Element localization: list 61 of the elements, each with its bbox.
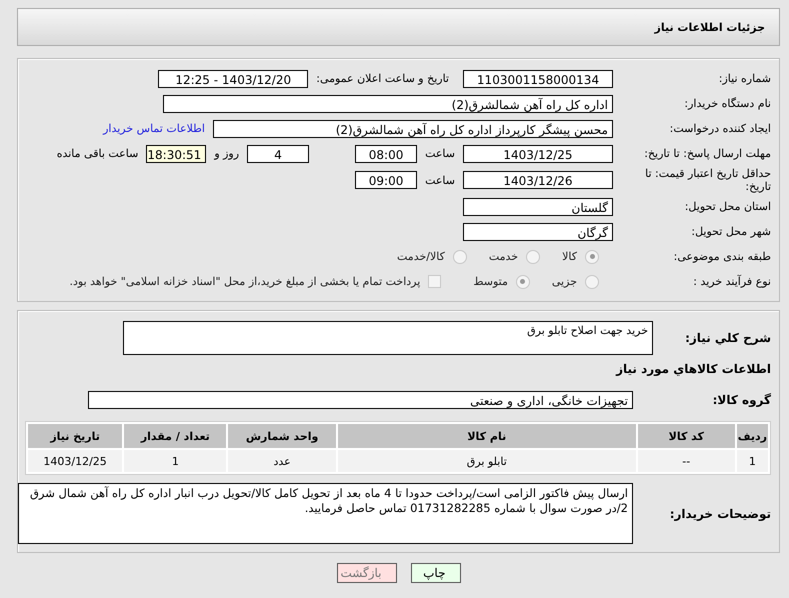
radio-button[interactable] [585, 274, 599, 288]
page-title: جزئیات اطلاعات نیاز [654, 20, 765, 34]
field-label: ایجاد کننده درخواست: [668, 122, 771, 135]
field-label: شماره نیاز: [718, 72, 771, 85]
requester-field: محسن پیشگر کارپرداز اداره کل راه آهن شمالشرق(2) [213, 120, 613, 138]
back-button[interactable]: بازگشت [336, 563, 396, 583]
announce-date-field: 1403/12/20 - 12:25 [158, 70, 308, 88]
buyer-org-field: اداره کل راه آهن شمالشرق(2) [163, 94, 613, 112]
field-label: مهلت ارسال پاسخ: تا تاریخ: [643, 147, 771, 160]
column-header: تعداد / مقدار [124, 424, 226, 448]
field-label: گروه کالا: [712, 392, 771, 406]
table-cell: -- [638, 450, 735, 472]
table-cell: 1 [124, 450, 226, 472]
days-label: روز و [214, 147, 240, 160]
section-title: اطلاعات کالاهاي مورد نياز [616, 360, 771, 378]
remaining-time-field: 18:30:51 [146, 144, 206, 162]
deadline-time-field: 08:00 [355, 144, 418, 162]
table-cell: عدد [228, 450, 336, 472]
time-label: ساعت [425, 174, 455, 186]
column-header: تاریخ نیاز [28, 424, 122, 448]
field-label: توضیحات خریدار: [668, 506, 771, 520]
deadline-date-field: 1403/12/25 [463, 144, 613, 162]
radio-button[interactable] [526, 250, 540, 264]
radio-label: کالا [562, 250, 577, 263]
days-field: 4 [247, 144, 310, 162]
checkbox-label: پرداخت تمام یا بخشی از مبلغ خرید،از محل "اسناد خزانه اسلامی" خواهد بود. [70, 275, 420, 288]
buyer-contact-link[interactable]: اطلاعات تماس خریدار [103, 122, 205, 135]
table-cell: 1 [736, 450, 768, 472]
city-field: گرگان [463, 222, 613, 240]
goods-group-field: تجهیزات خانگی، اداری و صنعتی [88, 390, 633, 408]
radio-label: متوسط [473, 275, 508, 288]
need-number-field: 1103001158000134 [463, 70, 613, 88]
column-header: ردیف [736, 424, 768, 448]
radio-label: خدمت [488, 250, 518, 263]
checkbox[interactable] [428, 275, 442, 288]
column-header: واحد شمارش [228, 424, 336, 448]
validity-time-field: 09:00 [355, 171, 418, 189]
buyer-notes-field: ارسال پیش فاکتور الزامی است/پرداخت حدودا تا 4 ماه بعد از تحویل کامل کالا/تحویل درب انبار اداره کل راه آهن شمال شرق 2/در صورت سوال با شماره 01731282285 تماس حاصل فرمایید. [18, 483, 633, 544]
field-label: حداقل تاریخ اعتبار قیمت: تا تاریخ: [644, 167, 771, 193]
column-header: نام کالا [338, 424, 636, 448]
field-label: تاریخ و ساعت اعلان عمومی: [316, 72, 449, 85]
radio-label: جزیی [552, 275, 577, 288]
description-field: خرید جهت اصلاح تابلو برق [123, 321, 653, 355]
field-label: شهر محل تحویل: [690, 225, 771, 238]
field-label: طبقه بندی موضوعی: [672, 250, 771, 263]
field-label: شرح کلي نياز: [684, 331, 771, 345]
field-label: استان محل تحویل: [684, 200, 771, 213]
table-cell: تابلو برق [338, 450, 636, 472]
time-label: ساعت [425, 147, 455, 160]
table-cell: 1403/12/25 [28, 450, 122, 472]
radio-button[interactable] [516, 274, 530, 288]
field-label: نام دستگاه خریدار: [683, 97, 771, 110]
radio-button[interactable] [452, 250, 467, 264]
remaining-label: ساعت باقی مانده [56, 147, 138, 160]
radio-label: کالا/خدمت [397, 250, 445, 263]
validity-date-field: 1403/12/26 [463, 171, 613, 189]
column-header: کد کالا [638, 424, 735, 448]
radio-button[interactable] [585, 250, 599, 264]
province-field: گلستان [463, 198, 613, 216]
field-label: نوع فرآیند خرید : [692, 275, 771, 288]
print-button[interactable]: چاپ [410, 563, 460, 583]
